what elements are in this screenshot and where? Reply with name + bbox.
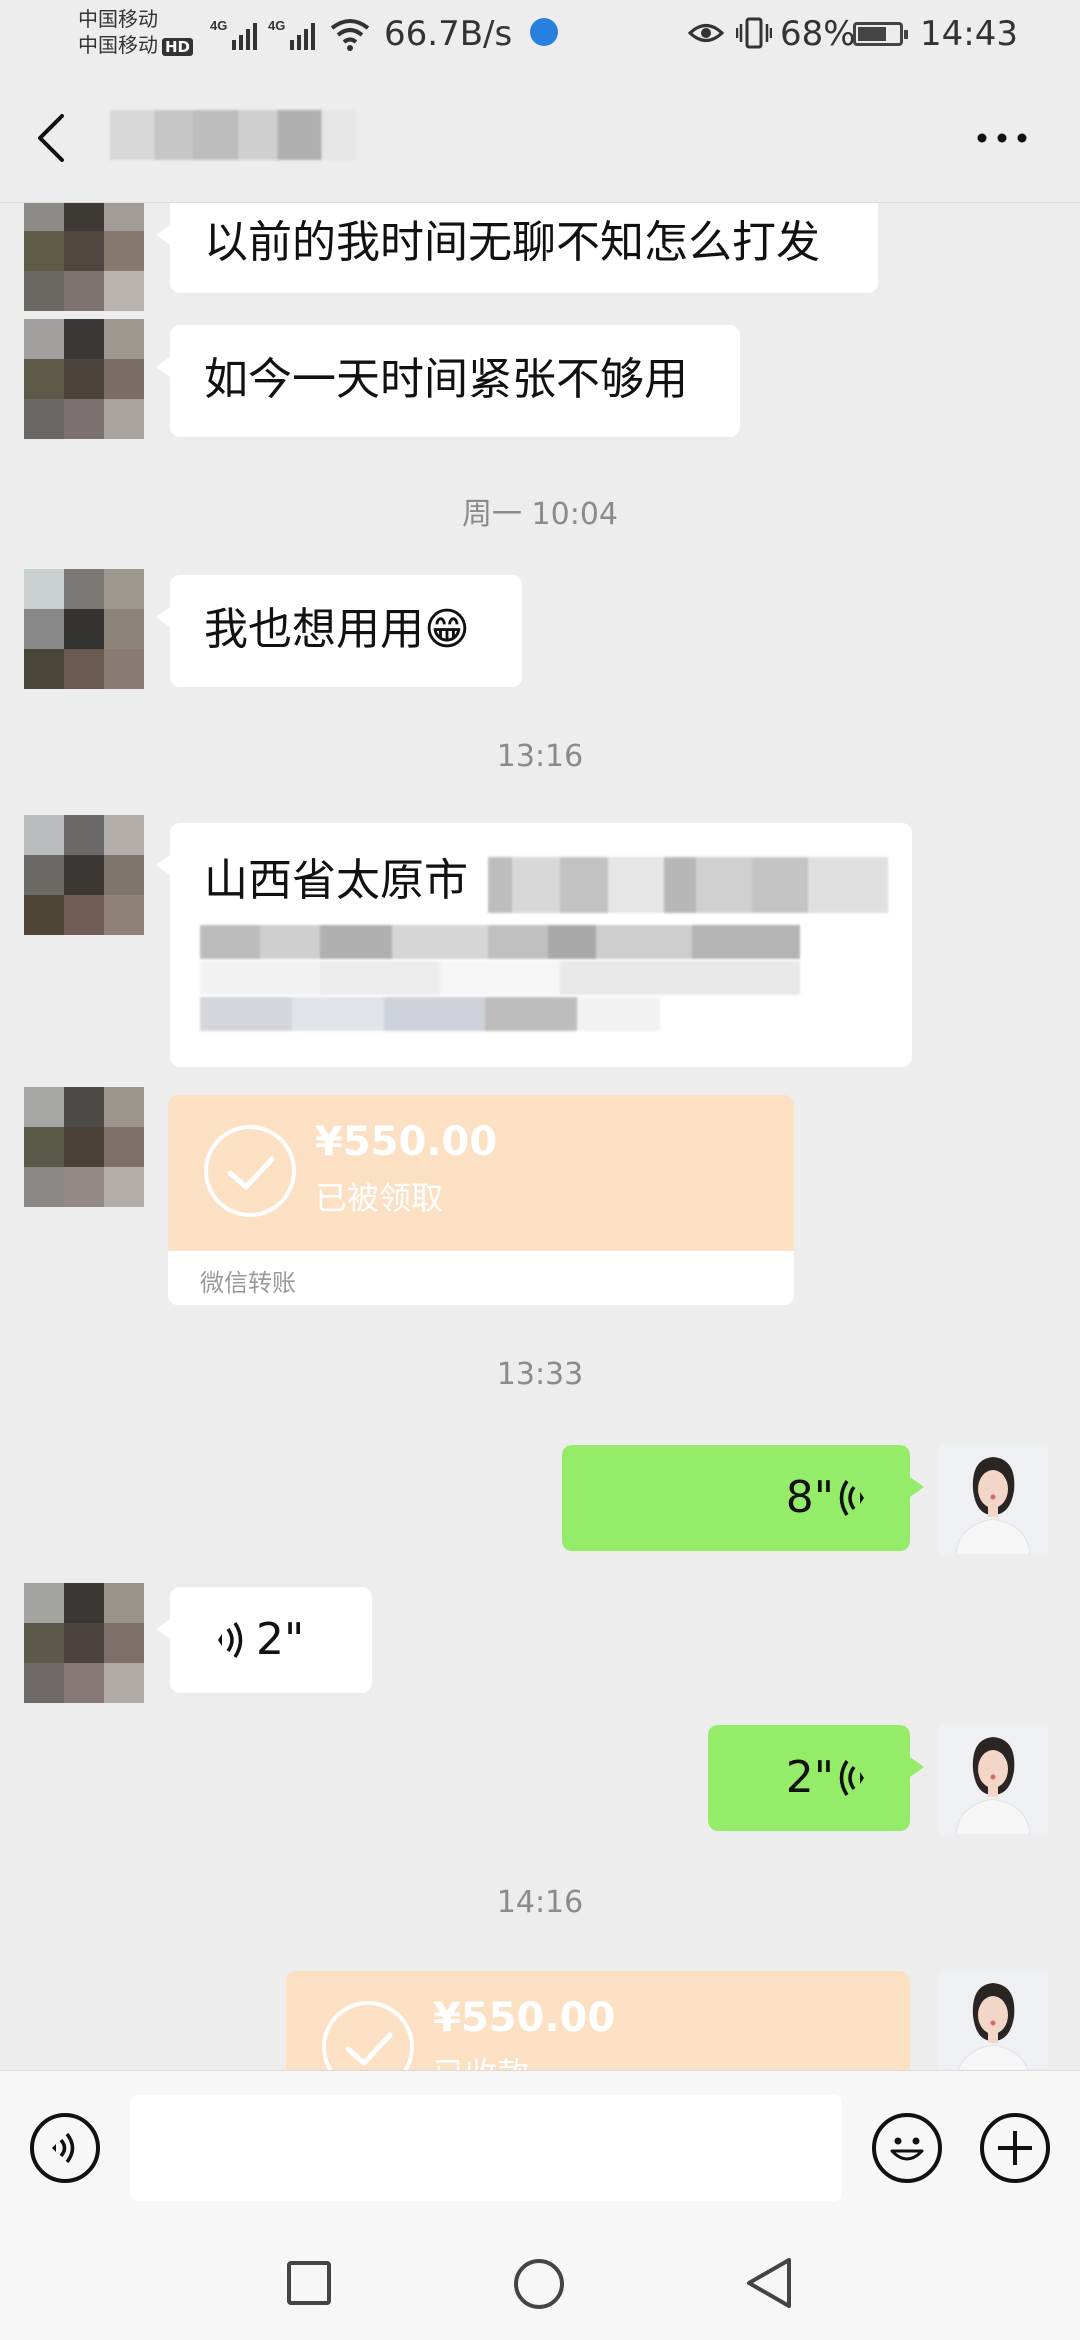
circle-icon[interactable] [513, 2258, 565, 2310]
contact-avatar[interactable] [24, 1583, 144, 1703]
message-bubble[interactable]: 如今一天时间紧张不够用 [156, 325, 740, 437]
timestamp: 14:16 [496, 1885, 584, 1920]
voice-message-bubble[interactable]: 8" [562, 1445, 924, 1551]
transfer-amount: ¥550.00 [433, 1995, 616, 2041]
contact-name-redacted [110, 110, 356, 160]
contact-avatar[interactable] [24, 815, 144, 935]
message-text: 山西省太原市 [204, 855, 468, 906]
clock: 14:43 [920, 14, 1018, 54]
message-text: 如今一天时间紧张不够用 [204, 354, 688, 405]
eye-comfort-icon [688, 24, 724, 42]
message-bubble[interactable]: 以前的我时间无聊不知怎么打发 [156, 203, 878, 293]
network-type-1: 4G [210, 18, 227, 33]
contact-avatar[interactable] [24, 319, 144, 439]
transfer-status: 已被领取 [315, 1179, 444, 1217]
transfer-card[interactable]: ¥550.00 已被领取 微信转账 [168, 1095, 794, 1305]
signal-icon: 4G [210, 18, 257, 50]
timestamp: 周一 10:04 [462, 497, 618, 532]
carrier-1: 中国移动 [78, 7, 158, 31]
voice-wave-icon [839, 1480, 864, 1516]
transfer-card[interactable]: ¥550.00 已收款 [286, 1971, 910, 2070]
vibrate-icon [736, 17, 772, 49]
transfer-card-top: ¥550.00 已收款 [286, 1971, 910, 2070]
emoji-icon[interactable] [872, 2113, 942, 2183]
check-icon [322, 2001, 414, 2070]
message-text: 我也想用用😁 [204, 604, 470, 655]
status-bar: 中国移动 中国移动 HD 4G 4G 66.7B/s 68% 14:43 [0, 0, 1080, 70]
voice-mode-icon[interactable] [30, 2113, 100, 2183]
message-text: 以前的我时间无聊不知怎么打发 [204, 217, 820, 268]
contact-avatar[interactable] [24, 569, 144, 689]
voice-wave-icon [839, 1760, 864, 1796]
system-nav-bar [0, 2212, 1080, 2340]
carrier-info: 中国移动 中国移动 HD [78, 6, 194, 58]
message-input[interactable] [130, 2095, 842, 2201]
triangle-back-icon[interactable] [744, 2256, 794, 2310]
signal-icon-2: 4G [268, 18, 315, 50]
battery-percent: 68% [780, 14, 856, 54]
battery-icon [853, 22, 908, 46]
contact-avatar[interactable] [24, 203, 144, 311]
message-list[interactable]: 以前的我时间无聊不知怎么打发 如今一天时间紧张不够用 周一 10:04 我也想用… [0, 203, 1080, 2070]
timestamp: 13:33 [496, 1357, 584, 1392]
carrier-2: 中国移动 [78, 33, 158, 57]
self-avatar[interactable] [938, 1445, 1048, 1555]
hd-badge: HD [162, 38, 194, 56]
voice-wave-icon [218, 1622, 243, 1658]
plus-icon[interactable] [980, 2113, 1050, 2183]
ellipsis-icon[interactable] [976, 132, 1028, 144]
voice-duration: 8" [785, 1472, 834, 1523]
redacted-address-line-3 [200, 961, 800, 995]
message-bubble[interactable]: 我也想用用😁 [156, 575, 522, 687]
browser-notification-icon [530, 18, 558, 46]
redacted-address [488, 857, 888, 913]
network-type-2: 4G [268, 18, 285, 33]
check-icon [204, 1125, 296, 1217]
transfer-amount: ¥550.00 [315, 1119, 498, 1165]
chevron-left-icon[interactable] [36, 112, 66, 164]
transfer-status: 已收款 [433, 2049, 529, 2070]
contact-avatar[interactable] [24, 1087, 144, 1207]
chat-header [0, 70, 1080, 203]
self-avatar[interactable] [938, 1971, 1048, 2070]
self-avatar[interactable] [938, 1725, 1048, 1835]
wifi-icon [330, 19, 370, 51]
square-icon[interactable] [286, 2260, 332, 2306]
voice-message-bubble[interactable]: 2" [708, 1725, 924, 1831]
redacted-address-line-4 [200, 997, 660, 1031]
transfer-brand: 微信转账 [200, 1269, 296, 1297]
voice-duration: 2" [256, 1614, 305, 1665]
timestamp: 13:16 [496, 739, 584, 774]
transfer-card-top: ¥550.00 已被领取 [168, 1095, 794, 1251]
net-speed: 66.7B/s [384, 14, 513, 54]
redacted-address-line-2 [200, 925, 800, 959]
voice-duration: 2" [785, 1752, 834, 1803]
input-bar [0, 2070, 1080, 2213]
voice-message-bubble[interactable]: 2" [156, 1587, 372, 1693]
